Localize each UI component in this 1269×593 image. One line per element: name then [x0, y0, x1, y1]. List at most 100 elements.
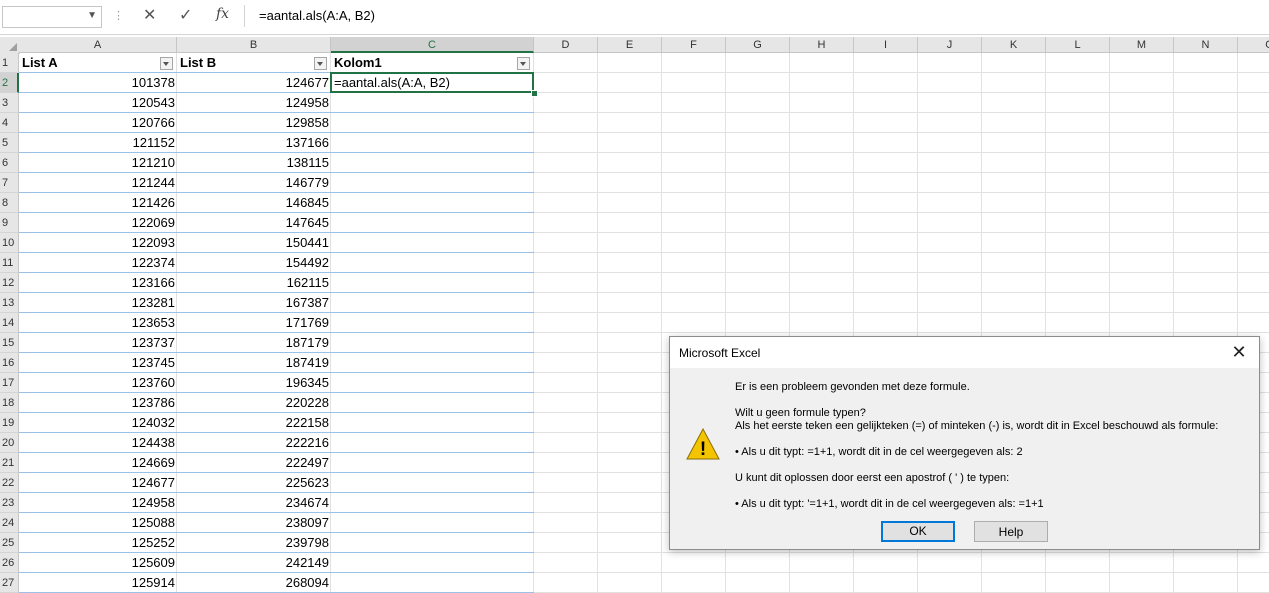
row-header-15[interactable]: 15: [0, 333, 19, 353]
row-header-10[interactable]: 10: [0, 233, 19, 253]
close-icon[interactable]: ✕: [1225, 339, 1253, 365]
table-cell[interactable]: 146845: [177, 193, 331, 213]
row-header-27[interactable]: 27: [0, 573, 19, 593]
column-header-n[interactable]: N: [1174, 37, 1238, 53]
row-header-2[interactable]: 2: [0, 73, 19, 93]
row-header-1[interactable]: 1: [0, 53, 19, 73]
row-header-21[interactable]: 21: [0, 453, 19, 473]
table-cell[interactable]: 121244: [19, 173, 177, 193]
table-cell[interactable]: 222497: [177, 453, 331, 473]
table-cell[interactable]: 268094: [177, 573, 331, 593]
table-cell[interactable]: 222158: [177, 413, 331, 433]
table-cell[interactable]: 125609: [19, 553, 177, 573]
table-cell[interactable]: 238097: [177, 513, 331, 533]
row-header-9[interactable]: 9: [0, 213, 19, 233]
table-cell[interactable]: 122093: [19, 233, 177, 253]
table-cell[interactable]: 129858: [177, 113, 331, 133]
cancel-icon[interactable]: ✕: [143, 5, 156, 25]
column-header-o[interactable]: O: [1238, 37, 1269, 53]
name-box[interactable]: ▼: [2, 6, 102, 28]
table-cell[interactable]: 239798: [177, 533, 331, 553]
table-cell[interactable]: 124677: [19, 473, 177, 493]
filter-dropdown-icon[interactable]: [314, 57, 327, 70]
table-cell[interactable]: 122069: [19, 213, 177, 233]
row-header-26[interactable]: 26: [0, 553, 19, 573]
table-cell[interactable]: 121210: [19, 153, 177, 173]
filter-dropdown-icon[interactable]: [517, 57, 530, 70]
column-header-l[interactable]: L: [1046, 37, 1110, 53]
row-header-12[interactable]: 12: [0, 273, 19, 293]
column-header-g[interactable]: G: [726, 37, 790, 53]
column-header-m[interactable]: M: [1110, 37, 1174, 53]
table-cell[interactable]: 162115: [177, 273, 331, 293]
table-header-cell[interactable]: List B: [177, 53, 313, 73]
column-header-k[interactable]: K: [982, 37, 1046, 53]
table-cell[interactable]: 123653: [19, 313, 177, 333]
table-cell[interactable]: 225623: [177, 473, 331, 493]
table-cell[interactable]: 187179: [177, 333, 331, 353]
column-header-c[interactable]: C: [331, 37, 534, 53]
table-cell[interactable]: 122374: [19, 253, 177, 273]
table-cell[interactable]: 146779: [177, 173, 331, 193]
table-cell[interactable]: 121152: [19, 133, 177, 153]
fill-handle[interactable]: [531, 90, 538, 97]
table-cell[interactable]: 101378: [19, 73, 177, 93]
table-cell[interactable]: 124032: [19, 413, 177, 433]
select-all-button[interactable]: [0, 37, 20, 54]
row-header-16[interactable]: 16: [0, 353, 19, 373]
table-cell[interactable]: 123760: [19, 373, 177, 393]
row-header-13[interactable]: 13: [0, 293, 19, 313]
row-header-17[interactable]: 17: [0, 373, 19, 393]
table-header-cell[interactable]: List A: [19, 53, 159, 73]
table-cell[interactable]: 220228: [177, 393, 331, 413]
row-header-20[interactable]: 20: [0, 433, 19, 453]
formula-input[interactable]: =aantal.als(A:A, B2): [259, 8, 375, 23]
row-header-5[interactable]: 5: [0, 133, 19, 153]
table-cell[interactable]: 124958: [19, 493, 177, 513]
table-cell[interactable]: 120766: [19, 113, 177, 133]
row-header-8[interactable]: 8: [0, 193, 19, 213]
table-cell[interactable]: 123745: [19, 353, 177, 373]
column-header-a[interactable]: A: [19, 37, 177, 53]
help-button[interactable]: Help: [974, 521, 1048, 542]
row-header-6[interactable]: 6: [0, 153, 19, 173]
column-header-j[interactable]: J: [918, 37, 982, 53]
table-cell[interactable]: 242149: [177, 553, 331, 573]
table-cell[interactable]: 138115: [177, 153, 331, 173]
table-cell[interactable]: 234674: [177, 493, 331, 513]
table-cell[interactable]: 125252: [19, 533, 177, 553]
table-cell[interactable]: 124677: [177, 73, 331, 93]
column-header-i[interactable]: I: [854, 37, 918, 53]
table-cell[interactable]: 125914: [19, 573, 177, 593]
row-header-19[interactable]: 19: [0, 413, 19, 433]
table-cell[interactable]: 196345: [177, 373, 331, 393]
row-header-24[interactable]: 24: [0, 513, 19, 533]
column-header-f[interactable]: F: [662, 37, 726, 53]
row-header-7[interactable]: 7: [0, 173, 19, 193]
row-header-14[interactable]: 14: [0, 313, 19, 333]
chevron-down-icon[interactable]: ▼: [87, 10, 97, 21]
enter-icon[interactable]: ✓: [179, 5, 192, 25]
row-header-25[interactable]: 25: [0, 533, 19, 553]
column-header-e[interactable]: E: [598, 37, 662, 53]
row-header-3[interactable]: 3: [0, 93, 19, 113]
row-header-11[interactable]: 11: [0, 253, 19, 273]
table-cell[interactable]: 120543: [19, 93, 177, 113]
table-cell[interactable]: 147645: [177, 213, 331, 233]
column-header-h[interactable]: H: [790, 37, 854, 53]
column-header-d[interactable]: D: [534, 37, 598, 53]
table-header-cell[interactable]: Kolom1: [331, 53, 516, 73]
table-cell[interactable]: 124958: [177, 93, 331, 113]
column-header-b[interactable]: B: [177, 37, 331, 53]
ok-button[interactable]: OK: [881, 521, 955, 542]
table-cell[interactable]: 123166: [19, 273, 177, 293]
table-cell[interactable]: 123786: [19, 393, 177, 413]
table-cell[interactable]: 137166: [177, 133, 331, 153]
filter-dropdown-icon[interactable]: [160, 57, 173, 70]
row-header-18[interactable]: 18: [0, 393, 19, 413]
table-cell[interactable]: 154492: [177, 253, 331, 273]
insert-function-icon[interactable]: fx: [216, 6, 229, 22]
row-header-4[interactable]: 4: [0, 113, 19, 133]
table-cell[interactable]: 187419: [177, 353, 331, 373]
table-cell[interactable]: 124438: [19, 433, 177, 453]
